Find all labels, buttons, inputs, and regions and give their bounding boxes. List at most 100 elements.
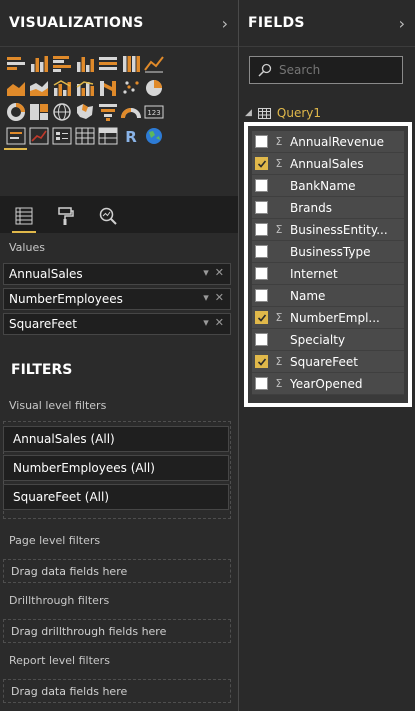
line-and-stacked-column-chart-icon[interactable] [50,76,73,99]
visual-level-filters-label: Visual level filters [9,399,107,412]
field-list-item[interactable]: Σ AnnualRevenue [252,131,404,153]
field-checkbox[interactable] [255,377,268,390]
line-and-clustered-column-chart-icon[interactable] [73,76,96,99]
visual-filter-card[interactable]: SquareFeet (All) [3,484,229,510]
fields-search-box[interactable] [249,56,403,84]
field-list-item[interactable]: Specialty [252,329,404,351]
collapse-fields-chevron-icon[interactable]: › [399,14,405,33]
field-checkbox[interactable] [255,333,268,346]
r-script-visual-icon[interactable]: R [119,124,142,147]
field-checkbox[interactable] [255,267,268,280]
remove-x-icon[interactable]: ✕ [215,266,224,279]
pie-chart-icon[interactable] [142,76,165,99]
values-section: Values AnnualSales ▾ ✕ NumberEmployees ▾ ✕ Squ… [0,233,238,351]
field-list-item[interactable]: BankName [252,175,404,197]
100-percent-stacked-bar-chart-icon[interactable] [96,52,119,75]
visualizations-header: VISUALIZATIONS › [0,0,238,47]
field-checkbox[interactable] [255,135,268,148]
kpi-icon[interactable] [27,124,50,147]
field-name: AnnualSales [290,156,364,171]
field-list-item[interactable]: Σ BusinessEntity... [252,219,404,241]
field-checkbox[interactable] [255,201,268,214]
dropdown-arrow-icon[interactable]: ▾ [203,291,209,304]
sigma-icon: Σ [275,377,283,390]
fields-header: FIELDS › [239,0,415,47]
matrix-icon[interactable] [96,124,119,147]
fields-tab-icon[interactable] [10,202,38,233]
line-chart-icon[interactable] [142,52,165,75]
filled-map-icon[interactable] [73,100,96,123]
well-controls: ▾ ✕ [203,316,224,329]
visual-filter-card[interactable]: NumberEmployees (All) [3,455,229,481]
fields-search-input[interactable] [279,63,389,77]
gallery-spacer [0,150,238,196]
field-name: BankName [290,178,356,193]
value-well-item[interactable]: AnnualSales ▾ ✕ [3,263,231,285]
field-list-item[interactable]: Name [252,285,404,307]
report-level-drop-zone[interactable]: Drag data fields here [3,679,231,703]
visualizations-title: VISUALIZATIONS [9,15,144,31]
page-level-filters-label: Page level filters [9,534,101,547]
stacked-bar-chart-icon[interactable] [4,52,27,75]
map-icon[interactable] [50,100,73,123]
clustered-bar-chart-icon[interactable] [50,52,73,75]
ribbon-chart-icon[interactable] [96,76,119,99]
collapse-visualizations-chevron-icon[interactable]: › [222,14,228,33]
treemap-icon[interactable] [27,100,50,123]
dropdown-arrow-icon[interactable]: ▾ [203,266,209,279]
stacked-area-chart-icon[interactable] [27,76,50,99]
drillthrough-drop-zone[interactable]: Drag drillthrough fields here [3,619,231,643]
field-name: BusinessType [290,244,371,259]
globe-map-icon[interactable] [142,124,165,147]
dataset-query1[interactable]: ◢ Query1 [245,106,321,120]
field-name: Internet [290,266,338,281]
visual-filter-card[interactable]: AnnualSales (All) [3,426,229,452]
field-checkbox[interactable] [255,179,268,192]
field-list-item[interactable]: Σ SquareFeet [252,351,404,373]
field-list-item[interactable]: BusinessType [252,241,404,263]
table-icon[interactable] [73,124,96,147]
field-checkbox[interactable] [255,223,268,236]
field-name: NumberEmpl... [290,310,380,325]
expand-triangle-icon[interactable]: ◢ [245,108,252,118]
field-name: SquareFeet [290,354,358,369]
clustered-column-chart-icon[interactable] [73,52,96,75]
viz-icon-row [4,52,234,75]
100-percent-stacked-column-chart-icon[interactable] [119,52,142,75]
field-list-item[interactable]: Brands [252,197,404,219]
multi-row-card-icon[interactable] [4,124,27,147]
paint-roller-icon [58,207,74,225]
field-list-item[interactable]: Σ YearOpened [252,373,404,395]
page-level-drop-zone[interactable]: Drag data fields here [3,559,231,583]
scatter-chart-icon[interactable] [119,76,142,99]
visualizations-pane: VISUALIZATIONS › 123 R Values AnnualSale… [0,0,238,711]
sigma-icon: Σ [275,355,283,368]
donut-chart-icon[interactable] [4,100,27,123]
field-checkbox[interactable] [255,245,268,258]
gauge-icon[interactable] [119,100,142,123]
field-checkbox[interactable] [255,311,268,324]
dropdown-arrow-icon[interactable]: ▾ [203,316,209,329]
report-level-filters-label: Report level filters [9,654,110,667]
field-name: Name [290,288,326,303]
field-checkbox[interactable] [255,289,268,302]
filters-header: FILTERS [0,352,238,388]
field-list-item[interactable]: Internet [252,263,404,285]
format-tab-icon[interactable] [52,202,80,230]
analytics-tab-icon[interactable] [94,202,122,230]
value-well-item[interactable]: NumberEmployees ▾ ✕ [3,288,231,310]
slicer-icon[interactable] [50,124,73,147]
field-list-item[interactable]: Σ AnnualSales [252,153,404,175]
area-chart-icon[interactable] [4,76,27,99]
value-well-item[interactable]: SquareFeet ▾ ✕ [3,313,231,335]
card-icon[interactable]: 123 [142,100,165,123]
field-list-item[interactable]: Σ NumberEmpl... [252,307,404,329]
table-icon [257,107,271,119]
stacked-column-chart-icon[interactable] [27,52,50,75]
remove-x-icon[interactable]: ✕ [215,291,224,304]
well-controls: ▾ ✕ [203,266,224,279]
field-checkbox[interactable] [255,157,268,170]
remove-x-icon[interactable]: ✕ [215,316,224,329]
field-checkbox[interactable] [255,355,268,368]
funnel-icon[interactable] [96,100,119,123]
